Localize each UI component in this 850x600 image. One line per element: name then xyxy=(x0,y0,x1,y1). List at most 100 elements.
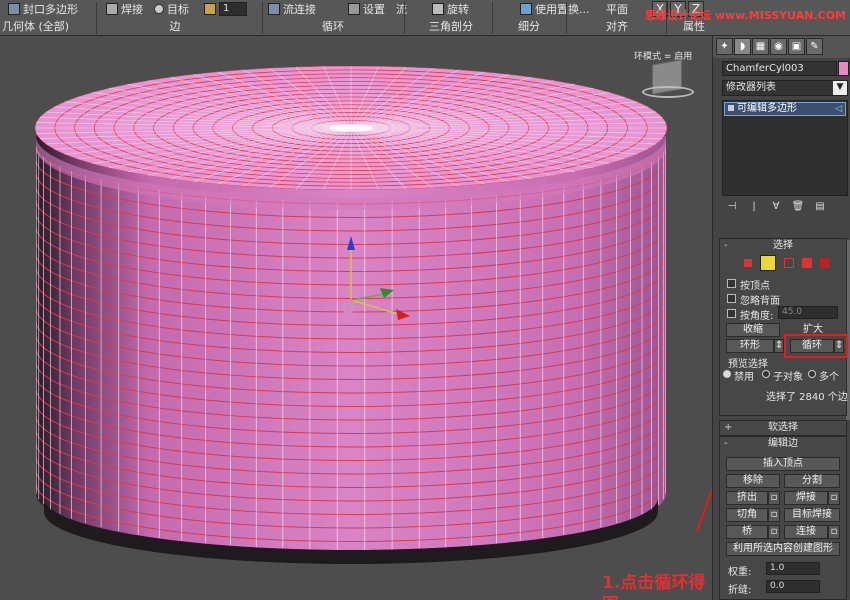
by-angle-checkbox[interactable] xyxy=(727,309,736,318)
ribbon-row2: 几何体 (全部) 边 循环 三角剖分 细分 对齐 属性 xyxy=(0,19,850,35)
properties-group-label[interactable]: 属性 xyxy=(664,19,724,35)
pin-stack-icon[interactable]: ⊣ xyxy=(725,200,739,214)
cap-icon xyxy=(8,3,20,15)
weld-button[interactable]: 焊接 xyxy=(106,1,154,17)
remove-modifier-icon[interactable]: 🗑 xyxy=(791,200,805,214)
rotate-icon xyxy=(432,3,444,15)
preview-multi-radio[interactable] xyxy=(808,370,816,378)
use-replace-icon xyxy=(520,3,532,15)
loop-group-label[interactable]: 循环 xyxy=(288,19,378,35)
ribbon-separator xyxy=(666,2,667,34)
flow-button[interactable]: 流 xyxy=(396,1,426,17)
show-end-result-icon[interactable]: | xyxy=(747,200,761,214)
bridge-button[interactable]: 桥 xyxy=(726,525,768,539)
connect-settings-icon[interactable]: ▫ xyxy=(828,525,840,539)
flow-connect-icon xyxy=(268,3,280,15)
weld-button[interactable]: 焊接 xyxy=(784,491,828,505)
command-panel-tabs: ✦ ◗ ▦ ◉ ▣ ✎ xyxy=(713,36,850,58)
chamfer-spinner[interactable]: 1 xyxy=(204,2,252,16)
preview-disable-radio[interactable] xyxy=(723,370,731,378)
create-shape-button[interactable]: 利用所选内容创建图形 xyxy=(726,542,840,556)
selection-rollout: - 选择 按顶点 忽略背面 按角度: 45.0 收缩 扩大 环形 ⇕ 循环 ⇕ 预… xyxy=(719,238,848,416)
selection-status-text: 选择了 2840 个边 xyxy=(766,392,848,403)
motion-icon[interactable]: ◉ xyxy=(770,38,787,55)
crease-spinner[interactable]: 0.0 xyxy=(766,580,820,593)
subobject-buttons xyxy=(744,255,830,271)
insert-vertex-button[interactable]: 插入顶点 xyxy=(726,457,840,471)
command-panel: ✦ ◗ ▦ ◉ ▣ ✎ ChamferCyl003 修改器列表 ▼ 可编辑多边形 ◁… xyxy=(712,36,850,600)
plane-button[interactable]: 平面 xyxy=(606,1,638,17)
chamfer-settings-icon[interactable]: ▫ xyxy=(768,508,780,522)
selection-rollout-title[interactable]: - 选择 xyxy=(720,239,846,253)
connect-button[interactable]: 连接 xyxy=(784,525,828,539)
use-replace-button[interactable]: 使用置换... xyxy=(520,1,598,17)
geometry-all-dropdown[interactable]: 几何体 (全部) xyxy=(0,19,80,35)
loop-highlight-box xyxy=(784,334,848,358)
split-button[interactable]: 分割 xyxy=(784,474,840,488)
target-button[interactable]: 目标 xyxy=(154,1,204,17)
cap-poly-button[interactable]: 封口多边形 xyxy=(8,1,96,17)
ribbon-separator xyxy=(492,2,493,34)
ribbon-separator xyxy=(404,2,405,34)
vertex-mode-icon[interactable] xyxy=(744,259,752,267)
rotate-button[interactable]: 旋转 xyxy=(432,1,472,17)
ribbon-separator xyxy=(96,2,97,34)
edge-mode-icon[interactable] xyxy=(760,255,776,271)
by-angle-label: 按角度: xyxy=(740,311,774,322)
perspective-viewport[interactable]: 环模式 = 启用 1.点击循环得图 xyxy=(0,36,712,600)
preview-multi-label: 多个 xyxy=(819,372,839,383)
subobject-icon: ◁ xyxy=(835,104,842,114)
remove-button[interactable]: 移除 xyxy=(726,474,780,488)
weld-settings-icon[interactable]: ▫ xyxy=(828,491,840,505)
triangulate-group-label[interactable]: 三角剖分 xyxy=(406,19,496,35)
extrude-settings-icon[interactable]: ▫ xyxy=(768,491,780,505)
border-mode-icon[interactable] xyxy=(784,258,794,268)
ribbon-separator xyxy=(566,2,567,34)
modifier-list-dropdown[interactable]: 修改器列表 ▼ xyxy=(722,80,848,96)
chamfer-icon xyxy=(204,3,216,15)
edge-group-label[interactable]: 边 xyxy=(130,19,220,35)
settings-button[interactable]: 设置 xyxy=(348,1,396,17)
shrink-button[interactable]: 收缩 xyxy=(726,323,780,337)
edit-edges-title[interactable]: - 编辑边 xyxy=(720,437,846,451)
subdivide-group-label[interactable]: 细分 xyxy=(494,19,564,35)
configure-sets-icon[interactable]: ▤ xyxy=(813,200,827,214)
chamfer-button[interactable]: 切角 xyxy=(726,508,768,522)
edit-edges-rollout: - 编辑边 插入顶点 移除 分割 挤出 ▫ 焊接 ▫ 切角 ▫ 目标焊接 桥 ▫ … xyxy=(719,436,847,600)
ignore-backfacing-checkbox[interactable] xyxy=(727,294,736,303)
element-mode-icon[interactable] xyxy=(820,258,830,268)
weld-icon xyxy=(106,3,118,15)
modify-icon[interactable]: ◗ xyxy=(734,38,751,55)
create-icon[interactable]: ✦ xyxy=(716,38,733,55)
weight-label: 权重: xyxy=(728,567,752,578)
polygon-mode-icon[interactable] xyxy=(802,258,812,268)
by-vertex-checkbox[interactable] xyxy=(727,279,736,288)
utilities-icon[interactable]: ✎ xyxy=(806,38,823,55)
target-weld-button[interactable]: 目标焊接 xyxy=(784,508,840,522)
bulb-icon[interactable] xyxy=(728,105,734,111)
ribbon-separator xyxy=(262,2,263,34)
extrude-button[interactable]: 挤出 xyxy=(726,491,768,505)
ring-spinner-icon[interactable]: ⇕ xyxy=(774,339,784,353)
hierarchy-icon[interactable]: ▦ xyxy=(752,38,769,55)
preview-disable-label: 禁用 xyxy=(734,372,754,383)
angle-spinner[interactable]: 45.0 xyxy=(778,306,838,319)
soft-selection-rollout[interactable]: + 软选择 xyxy=(719,420,847,436)
annotation-text: 1.点击循环得图 xyxy=(602,573,706,600)
annotation-arrow xyxy=(696,486,712,532)
make-unique-icon[interactable]: ∀ xyxy=(769,200,783,214)
ring-button[interactable]: 环形 xyxy=(726,339,774,353)
object-name-field[interactable]: ChamferCyl003 xyxy=(722,61,837,76)
stack-item-editable-poly[interactable]: 可编辑多边形 ◁ xyxy=(724,102,846,116)
weight-spinner[interactable]: 1.0 xyxy=(766,562,820,575)
target-icon xyxy=(154,4,164,14)
flow-connect-button[interactable]: 流连接 xyxy=(268,1,348,17)
collapse-icon: - xyxy=(724,438,728,449)
display-icon[interactable]: ▣ xyxy=(788,38,805,55)
modifier-stack[interactable]: 可编辑多边形 ◁ xyxy=(722,100,848,196)
align-group-label[interactable]: 对齐 xyxy=(582,19,652,35)
preview-subobject-radio[interactable] xyxy=(762,370,770,378)
object-color-swatch[interactable] xyxy=(838,61,849,76)
bridge-settings-icon[interactable]: ▫ xyxy=(768,525,780,539)
settings-icon xyxy=(348,3,360,15)
